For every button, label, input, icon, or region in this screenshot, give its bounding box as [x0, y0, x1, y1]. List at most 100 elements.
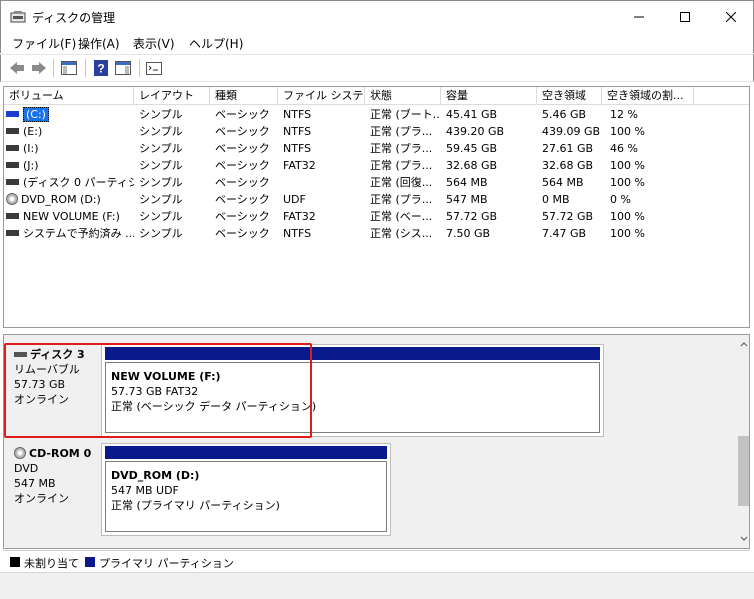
- maximize-button[interactable]: [662, 1, 708, 32]
- volume-cell-pct: 12 %: [610, 108, 638, 121]
- scroll-up-icon[interactable]: [737, 337, 750, 351]
- svg-text:?: ?: [97, 62, 104, 76]
- partition-new-volume-f-details: NEW VOLUME (F:) 57.73 GB FAT32 正常 (ベーシック…: [105, 362, 600, 433]
- volume-cell-fs: FAT32: [283, 210, 316, 223]
- volume-cell-fs: FAT32: [283, 159, 316, 172]
- volume-cell-type: ベーシック: [215, 125, 270, 138]
- column-header-filler: [694, 87, 749, 105]
- menu-view[interactable]: 表示(V): [133, 35, 175, 52]
- cdrom-0-name-row: CD-ROM 0: [14, 446, 101, 461]
- volume-row[interactable]: (ディスク 0 パーティシ... シンプル ベーシック 正常 (回復... 564 MB…: [4, 174, 749, 191]
- volume-cell-type: ベーシック: [215, 210, 270, 223]
- volume-cell-layout: シンプル: [139, 193, 183, 206]
- menu-bar: ファイル(F) 操作(A) 表示(V) ヘルプ(H): [0, 31, 754, 53]
- volume-name: (J:): [23, 159, 39, 172]
- cd-drive-icon: [14, 446, 26, 459]
- drive-icon: [6, 162, 19, 168]
- volume-cell-status: 正常 (プラ...: [370, 193, 433, 206]
- minimize-button[interactable]: [616, 1, 662, 32]
- forward-button[interactable]: [29, 58, 49, 78]
- drive-icon: [6, 128, 19, 134]
- volume-row[interactable]: (C:) シンプル ベーシック NTFS 正常 (ブート... 45.41 GB 5.46 …: [4, 106, 749, 123]
- volume-cell-type: ベーシック: [215, 193, 270, 206]
- disk-3-size: 57.73 GB: [14, 378, 66, 391]
- toolbar-separator: [139, 59, 140, 77]
- volume-cell-layout: シンプル: [139, 176, 183, 189]
- column-header-status[interactable]: 状態: [365, 87, 441, 105]
- volume-cell-layout: シンプル: [139, 142, 183, 155]
- column-header-filesystem[interactable]: ファイル システム: [278, 87, 365, 105]
- drive-icon: [6, 145, 19, 151]
- cdrom-0-label[interactable]: CD-ROM 0 DVD 547 MB オンライン: [8, 442, 101, 537]
- volume-cell-free: 27.61 GB: [542, 142, 594, 155]
- scrollbar-thumb[interactable]: [738, 436, 749, 506]
- close-button[interactable]: [708, 1, 754, 32]
- disk-3-name-row: ディスク 3: [14, 347, 101, 362]
- scroll-down-icon[interactable]: [737, 532, 750, 546]
- column-header-free-space[interactable]: 空き領域: [537, 87, 602, 105]
- drive-icon: [6, 111, 19, 117]
- menu-help[interactable]: ヘルプ(H): [189, 35, 243, 52]
- volume-cell-pct: 100 %: [610, 159, 645, 172]
- back-button[interactable]: [7, 58, 27, 78]
- window-title: ディスクの管理: [32, 11, 116, 25]
- volume-cell-layout: シンプル: [139, 125, 183, 138]
- partition-status: 正常 (ベーシック データ パーティション): [111, 400, 317, 413]
- column-header-capacity[interactable]: 容量: [441, 87, 537, 105]
- volume-cell-status: 正常 (プラ...: [370, 125, 433, 138]
- volume-cell-layout: シンプル: [139, 210, 183, 223]
- drive-icon: [6, 179, 19, 185]
- volume-row[interactable]: NEW VOLUME (F:) シンプル ベーシック FAT32 正常 (ベー... 57…: [4, 208, 749, 225]
- volume-cell-name: (C:): [4, 106, 134, 123]
- column-header-free-percent[interactable]: 空き領域の割...: [602, 87, 694, 105]
- toolbar-separator: [53, 59, 54, 77]
- volume-cell-pct: 46 %: [610, 142, 638, 155]
- column-header-type[interactable]: 種類: [210, 87, 278, 105]
- partition-dvd-rom-d-details: DVD_ROM (D:) 547 MB UDF 正常 (プライマリ パーティショ…: [105, 461, 387, 532]
- legend: 未割り当て プライマリ パーティション: [3, 550, 750, 570]
- volume-list[interactable]: ボリューム レイアウト 種類 ファイル システム 状態 容量 空き領域 空き領域…: [3, 86, 750, 328]
- help-button[interactable]: ?: [91, 58, 111, 78]
- volume-name: NEW VOLUME (F:): [23, 210, 120, 223]
- vertical-scrollbar[interactable]: [737, 335, 750, 548]
- volume-cell-type: ベーシック: [215, 176, 270, 189]
- partition-dvd-rom-d[interactable]: DVD_ROM (D:) 547 MB UDF 正常 (プライマリ パーティショ…: [101, 443, 391, 536]
- volume-cell-capacity: 7.50 GB: [446, 227, 491, 240]
- partition-new-volume-f[interactable]: NEW VOLUME (F:) 57.73 GB FAT32 正常 (ベーシック…: [101, 344, 604, 437]
- action-pane-button[interactable]: [113, 58, 133, 78]
- volume-cell-free: 5.46 GB: [542, 108, 587, 121]
- volume-cell-type: ベーシック: [215, 108, 270, 121]
- volume-cell-free: 32.68 GB: [542, 159, 594, 172]
- volume-row[interactable]: (J:) シンプル ベーシック FAT32 正常 (プラ... 32.68 GB 32.68…: [4, 157, 749, 174]
- disk-3-label[interactable]: ディスク 3 リムーバブル 57.73 GB オンライン: [8, 343, 101, 438]
- volume-row[interactable]: システムで予約済み ... シンプル ベーシック NTFS 正常 (シス... 7.50 …: [4, 225, 749, 242]
- console-tree-button[interactable]: [59, 58, 79, 78]
- volume-cell-capacity: 547 MB: [446, 193, 488, 206]
- menu-file[interactable]: ファイル(F): [12, 35, 76, 52]
- column-header-layout[interactable]: レイアウト: [134, 87, 210, 105]
- help-icon: ?: [94, 60, 108, 76]
- console-tree-icon: [61, 61, 77, 75]
- volume-row[interactable]: (I:) シンプル ベーシック NTFS 正常 (プラ... 59.45 GB 27.61 …: [4, 140, 749, 157]
- partition-status: 正常 (プライマリ パーティション): [111, 499, 280, 512]
- disk-3-state: オンライン: [14, 393, 69, 406]
- column-header-volume[interactable]: ボリューム: [4, 87, 134, 105]
- action-pane-icon: [115, 61, 131, 75]
- volume-row[interactable]: (E:) シンプル ベーシック NTFS 正常 (プラ... 439.20 GB 439.0…: [4, 123, 749, 140]
- volume-cell-name: (ディスク 0 パーティシ...: [4, 174, 134, 191]
- volume-row[interactable]: DVD_ROM (D:) シンプル ベーシック UDF 正常 (プラ... 547 MB 0…: [4, 191, 749, 208]
- volume-cell-name: (I:): [4, 140, 134, 157]
- drive-icon: [6, 213, 19, 219]
- status-bar: [0, 572, 754, 599]
- removable-disk-icon: [14, 352, 27, 357]
- properties-button[interactable]: [144, 58, 164, 78]
- volume-cell-capacity: 564 MB: [446, 176, 488, 189]
- menu-action[interactable]: 操作(A): [78, 35, 120, 52]
- volume-cell-status: 正常 (プラ...: [370, 159, 433, 172]
- volume-cell-name: DVD_ROM (D:): [4, 191, 134, 208]
- volume-cell-pct: 100 %: [610, 227, 645, 240]
- disk-3-name: ディスク 3: [30, 348, 85, 361]
- legend-unallocated: 未割り当て: [24, 557, 79, 570]
- volume-cell-capacity: 439.20 GB: [446, 125, 505, 138]
- volume-cell-fs: NTFS: [283, 125, 312, 138]
